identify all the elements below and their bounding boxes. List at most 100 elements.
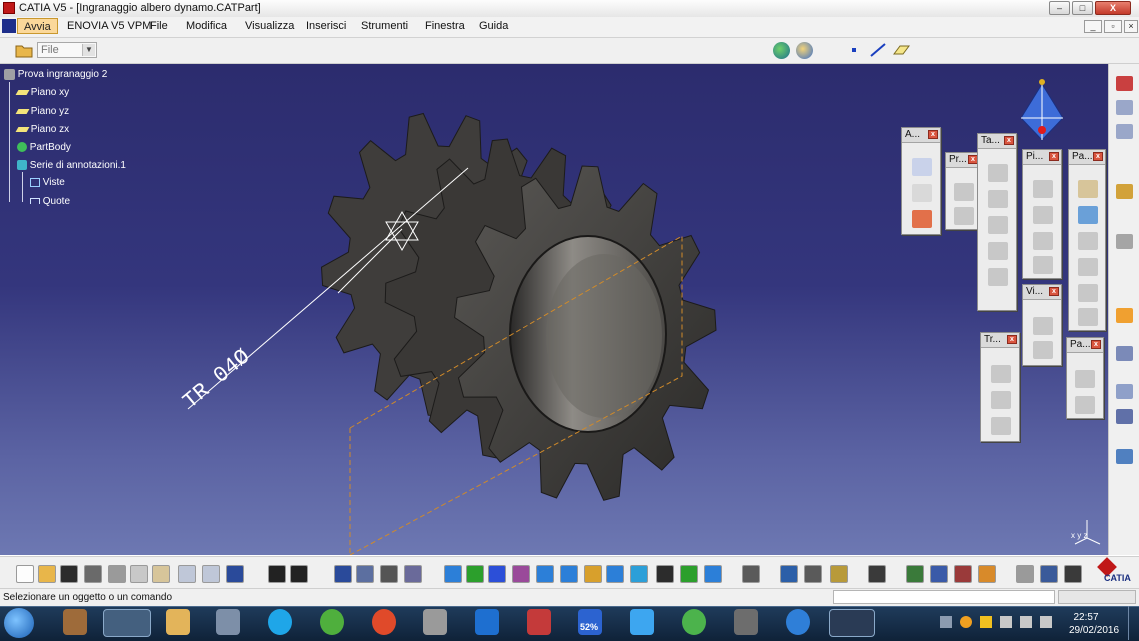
weld-icon[interactable] <box>988 268 1008 286</box>
palette-header[interactable]: A... x <box>902 128 940 143</box>
menu-finestra[interactable]: Finestra <box>425 20 465 32</box>
open-folder-icon[interactable] <box>15 42 33 58</box>
tray-avast-icon[interactable] <box>960 616 972 628</box>
render-style-icon[interactable] <box>680 565 698 583</box>
tree-item-quote[interactable]: Quote <box>30 196 70 207</box>
hole-icon[interactable] <box>1116 234 1133 249</box>
globe-icon[interactable] <box>1040 565 1058 583</box>
zoom-out-icon[interactable] <box>560 565 578 583</box>
close-icon[interactable]: x <box>1049 287 1059 296</box>
layer-icon[interactable] <box>978 565 996 583</box>
plane-icon[interactable] <box>892 42 910 58</box>
doc-minimize-button[interactable]: _ <box>1084 20 1102 33</box>
start-button[interactable] <box>4 608 34 638</box>
copy-icon[interactable] <box>130 565 148 583</box>
tool-icon[interactable] <box>404 565 422 583</box>
shading-icon[interactable] <box>704 565 722 583</box>
close-icon[interactable]: x <box>928 130 938 139</box>
palette-header[interactable]: Tr... x <box>981 333 1019 348</box>
set-icon[interactable] <box>1078 308 1098 326</box>
symmetry-icon[interactable] <box>991 417 1011 435</box>
workbench-combo[interactable]: File ▼ <box>37 42 97 58</box>
flag-note-icon[interactable] <box>912 184 932 202</box>
zoom-in-icon[interactable] <box>536 565 554 583</box>
taskbar-ie-icon[interactable] <box>786 609 810 635</box>
close-icon[interactable]: x <box>1091 340 1101 349</box>
doc-restore-button[interactable]: ▫ <box>1104 20 1122 33</box>
taskbar-plus-icon[interactable] <box>630 609 654 635</box>
open-icon[interactable] <box>38 565 56 583</box>
taskbar-catia-icon[interactable] <box>829 609 875 637</box>
projection-view-icon[interactable] <box>954 183 974 201</box>
tray-volume-icon[interactable] <box>1040 616 1052 628</box>
menu-inserisci[interactable]: Inserisci <box>306 20 346 32</box>
knowledge-icon[interactable] <box>930 565 948 583</box>
maximize-button[interactable]: □ <box>1072 1 1093 15</box>
geometric-tolerance-icon[interactable] <box>988 242 1008 260</box>
measure-icon[interactable] <box>1116 346 1133 361</box>
rotate-icon[interactable] <box>991 391 1011 409</box>
gear-model[interactable]: TR 04Ø <box>0 64 1108 555</box>
tree-item-viste[interactable]: Viste <box>30 177 65 188</box>
knowledge-icon[interactable] <box>1116 449 1133 464</box>
print-icon[interactable] <box>84 565 102 583</box>
offset-plane-icon[interactable] <box>1033 206 1053 224</box>
save-icon[interactable] <box>60 565 78 583</box>
point-icon[interactable] <box>852 48 856 52</box>
chevron-down-icon[interactable]: ▼ <box>82 44 95 56</box>
roughness-icon[interactable] <box>988 190 1008 208</box>
tree-item-piano-yz[interactable]: Piano yz <box>15 106 69 117</box>
menu-enovia[interactable]: ENOVIA V5 VPM <box>67 20 151 32</box>
quick-view-icon[interactable] <box>656 565 674 583</box>
check-icon[interactable] <box>1078 258 1098 276</box>
undo-icon[interactable] <box>178 565 196 583</box>
sketch-icon[interactable] <box>1116 76 1133 91</box>
cut-icon[interactable] <box>108 565 126 583</box>
taskbar-maxthon-icon[interactable] <box>475 609 499 635</box>
palette-pa-2[interactable]: Pa... x <box>1066 337 1104 419</box>
catalog-icon[interactable] <box>334 565 352 583</box>
hide-show-icon[interactable] <box>742 565 760 583</box>
datum-icon[interactable] <box>912 210 932 228</box>
iso-view-icon[interactable] <box>630 565 648 583</box>
taskbar-mouse-icon[interactable] <box>734 609 758 635</box>
globe-network-icon[interactable] <box>773 42 790 59</box>
tolerance-icon[interactable] <box>988 164 1008 182</box>
line-icon[interactable] <box>869 42 887 58</box>
close-button[interactable]: X <box>1095 1 1131 15</box>
text-annotation-icon[interactable] <box>912 158 932 176</box>
measure-icon[interactable] <box>804 565 822 583</box>
pad-icon[interactable] <box>1116 100 1133 115</box>
tray-network-icon[interactable] <box>1000 616 1012 628</box>
normal-view-icon[interactable] <box>584 565 602 583</box>
new-icon[interactable] <box>16 565 34 583</box>
command-input[interactable] <box>833 590 1055 604</box>
taskbar-time[interactable]: 22:57 <box>1063 612 1109 623</box>
compass-icon[interactable] <box>1015 78 1069 148</box>
pattern-icon[interactable] <box>1075 370 1095 388</box>
close-icon[interactable]: x <box>1004 136 1014 145</box>
parameter-icon[interactable] <box>1078 180 1098 198</box>
close-icon[interactable]: x <box>1049 152 1059 161</box>
apply-material-icon[interactable] <box>1116 409 1133 424</box>
tree-item-piano-zx[interactable]: Piano zx <box>15 124 69 135</box>
tree-item-annotation-set[interactable]: Serie di annotazioni.1 <box>17 160 126 171</box>
pan-icon[interactable] <box>488 565 506 583</box>
taskbar-avast-icon[interactable] <box>103 609 151 637</box>
palette-header[interactable]: Pi... x <box>1023 150 1061 165</box>
formula-icon[interactable] <box>1078 206 1098 224</box>
taskbar-chrome-icon[interactable] <box>372 609 396 635</box>
globe-settings-icon[interactable] <box>796 42 813 59</box>
tree-expand-icon[interactable] <box>356 565 374 583</box>
menu-file[interactable]: File <box>150 20 168 32</box>
view-front-icon[interactable] <box>1033 317 1053 335</box>
palette-ta[interactable]: Ta... x <box>977 133 1017 311</box>
capture-icon[interactable] <box>868 565 886 583</box>
material-icon[interactable] <box>906 565 924 583</box>
whats-this-icon[interactable] <box>226 565 244 583</box>
taskbar-app-game-icon[interactable] <box>63 609 87 635</box>
plane-view-icon[interactable] <box>1033 180 1053 198</box>
swap-space-icon[interactable] <box>780 565 798 583</box>
palette-pa-1[interactable]: Pa... x <box>1068 149 1106 331</box>
catalog-browser-icon[interactable] <box>954 565 972 583</box>
